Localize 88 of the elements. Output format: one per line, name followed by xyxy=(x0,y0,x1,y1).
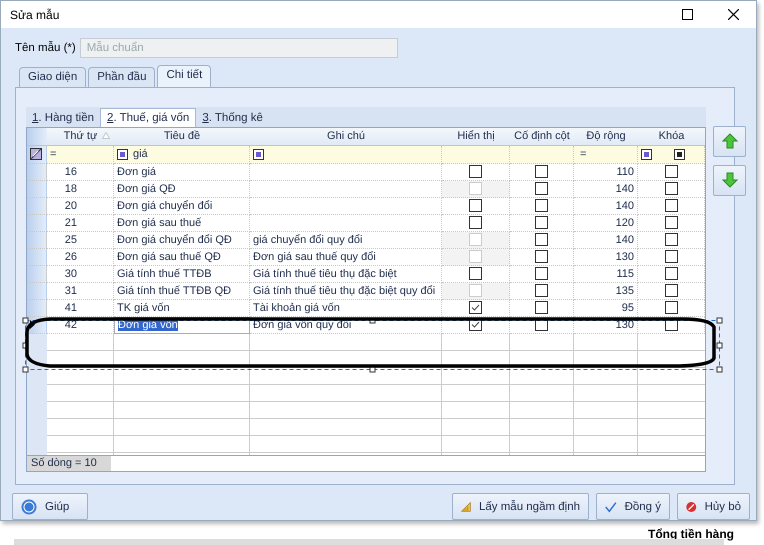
checkbox[interactable] xyxy=(535,284,548,298)
table-cell: 20 xyxy=(64,200,77,212)
table-cell: TK giá vốn xyxy=(117,302,170,314)
table-cell: Đơn giá chuyển đổi QĐ xyxy=(117,234,232,246)
table-cell: Giá tính thuế TTĐB xyxy=(117,268,212,280)
filter-flag-icon[interactable] xyxy=(253,148,264,160)
table-cell: Đơn giá xyxy=(117,166,156,178)
header-corner xyxy=(27,128,47,146)
tab[interactable]: Giao diện xyxy=(19,67,86,87)
table-cell: giá chuyển đổi quy đổi xyxy=(253,234,362,246)
checkbox[interactable] xyxy=(469,165,482,178)
tab[interactable]: Phần đầu xyxy=(88,67,156,87)
dialog-button[interactable]: Giúp xyxy=(12,493,88,520)
table-cell: Giá tính thuế tiêu thụ đặc biệt quy đổi xyxy=(253,284,436,297)
tab[interactable]: 2. Thuế, giá vốn xyxy=(100,108,196,127)
table-cell: 42 xyxy=(64,318,77,331)
close-icon xyxy=(728,9,738,20)
dialog-button[interactable]: Hủy bỏ xyxy=(677,493,750,520)
table-cell: 130 xyxy=(616,250,634,263)
table-cell: 130 xyxy=(616,318,634,331)
arrow-down-icon xyxy=(722,172,738,188)
table-cell: 110 xyxy=(616,166,634,178)
help-icon xyxy=(21,498,37,514)
filter-operator[interactable]: = xyxy=(580,148,586,160)
checkbox[interactable] xyxy=(664,250,678,264)
checkbox[interactable] xyxy=(664,216,678,230)
checkbox[interactable] xyxy=(535,301,548,314)
current-row-icon xyxy=(30,320,35,330)
table-cell: Đơn giá chuyển đổi xyxy=(117,200,212,212)
table-cell: 16 xyxy=(64,166,77,178)
checkbox[interactable] xyxy=(664,165,678,178)
tab[interactable]: 3. Thống kê xyxy=(196,108,269,127)
filter-flag-icon[interactable] xyxy=(674,148,685,160)
filter-flag-icon[interactable] xyxy=(641,148,652,160)
maximize-icon xyxy=(682,9,692,20)
checkbox[interactable] xyxy=(664,182,678,196)
tab[interactable]: Chi tiết xyxy=(157,65,212,87)
table-cell: 26 xyxy=(64,250,77,263)
checkbox[interactable] xyxy=(535,267,548,280)
checkbox[interactable] xyxy=(535,233,548,246)
checkbox[interactable] xyxy=(535,250,548,264)
table-cell: 41 xyxy=(64,302,77,314)
checkbox[interactable] xyxy=(535,199,548,212)
table-cell: 95 xyxy=(622,302,634,314)
table-cell: 115 xyxy=(616,268,634,280)
move-down-button[interactable] xyxy=(713,164,746,196)
table-cell: 31 xyxy=(64,284,77,297)
checkbox[interactable] xyxy=(469,267,482,280)
checkbox[interactable] xyxy=(469,301,482,314)
table-cell: 18 xyxy=(64,182,77,195)
table-cell: 140 xyxy=(616,234,634,246)
filter-operator[interactable]: = xyxy=(50,148,56,160)
table-cell: Đơn giá QĐ xyxy=(117,182,176,195)
table-cell: 135 xyxy=(616,284,634,297)
checkbox[interactable] xyxy=(664,233,678,246)
dialog-button[interactable]: Lấy mẫu ngầm định xyxy=(452,493,589,520)
checkbox[interactable] xyxy=(469,216,482,230)
table-cell: Đơn giá sau thuế quy đổi xyxy=(253,250,376,263)
checkbox[interactable] xyxy=(535,165,548,178)
filter-value[interactable]: giá xyxy=(133,148,148,160)
checkbox[interactable] xyxy=(469,199,482,212)
row-count: Số dòng = 10 xyxy=(27,456,111,471)
filter-icon[interactable] xyxy=(30,148,42,160)
table-cell: 120 xyxy=(616,216,634,229)
filter-flag-icon[interactable] xyxy=(117,148,128,160)
field-label: Tên mẫu (*) xyxy=(15,42,76,54)
table-cell: Giá tính thuế tiêu thụ đặc biệt xyxy=(253,268,397,280)
table-cell: 21 xyxy=(64,216,77,229)
window-title: Sửa mẫu xyxy=(10,8,60,22)
table-cell: Giá tính thuế TTĐB QĐ xyxy=(117,284,232,297)
table-cell: Đơn giá sau thuế xyxy=(117,216,202,229)
table-cell: 140 xyxy=(616,182,634,195)
table-cell: 30 xyxy=(64,268,77,280)
checkbox[interactable] xyxy=(535,182,548,196)
tab[interactable]: 1. Hàng tiền xyxy=(26,108,100,127)
dialog-button[interactable]: Đồng ý xyxy=(596,493,670,520)
table-cell: 25 xyxy=(64,234,77,246)
table-cell: 140 xyxy=(616,200,634,212)
table-cell: Đơn giá sau thuế QĐ xyxy=(117,250,221,263)
checkbox[interactable] xyxy=(664,199,678,212)
sort-icon xyxy=(102,132,110,139)
checkbox[interactable] xyxy=(664,267,678,280)
checkbox[interactable] xyxy=(535,216,548,230)
checkbox[interactable] xyxy=(664,284,678,298)
move-up-button[interactable] xyxy=(713,126,746,157)
checkbox[interactable] xyxy=(664,301,678,314)
arrow-up-icon xyxy=(722,133,738,150)
table-cell: Tài khoản giá vốn xyxy=(253,302,340,314)
